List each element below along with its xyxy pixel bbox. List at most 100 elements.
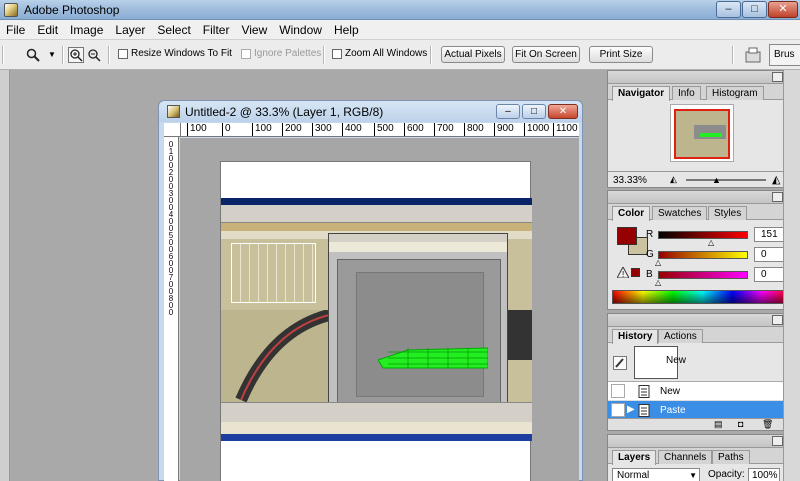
options-grip xyxy=(2,46,4,64)
tab-channels[interactable]: Channels xyxy=(658,450,713,464)
ruler-label: 500 xyxy=(374,123,394,136)
menu-layer[interactable]: Layer xyxy=(109,20,151,40)
resize-windows-label: Resize Windows To Fit xyxy=(131,48,232,59)
ruler-origin[interactable] xyxy=(164,123,181,137)
new-document-from-state-icon[interactable]: ▤ xyxy=(714,419,723,430)
panel-minimize-icon[interactable] xyxy=(772,192,783,202)
doc-close-button[interactable]: ✕ xyxy=(548,104,578,119)
doc-minimize-button[interactable]: – xyxy=(496,104,520,119)
menu-image[interactable]: Image xyxy=(64,20,109,40)
navigator-zoom-slider[interactable] xyxy=(686,179,766,181)
tab-layers[interactable]: Layers xyxy=(612,450,657,465)
vertical-ruler[interactable]: 0100200300400500600700800 xyxy=(164,137,179,481)
red-label: R xyxy=(646,229,654,240)
green-label: G xyxy=(646,249,654,260)
navigator-zoom-value[interactable]: 33.33% xyxy=(613,175,647,186)
menu-view[interactable]: View xyxy=(235,20,273,40)
print-size-button[interactable]: Print Size xyxy=(589,46,653,63)
panel-grip[interactable] xyxy=(608,191,799,204)
fit-on-screen-button[interactable]: Fit On Screen xyxy=(512,46,580,63)
panel-grip[interactable] xyxy=(608,435,799,448)
menu-select[interactable]: Select xyxy=(151,20,196,40)
pasted-dialog-canvas xyxy=(337,259,501,409)
tab-styles[interactable]: Styles xyxy=(708,206,748,220)
zoom-out-small-icon[interactable]: ◭ xyxy=(670,174,677,185)
red-slider-thumb[interactable]: △ xyxy=(708,238,714,247)
menu-window[interactable]: Window xyxy=(273,20,328,40)
history-source-box[interactable] xyxy=(611,403,625,417)
navigator-preview-model xyxy=(700,133,722,137)
color-tabs: Color Swatches Styles ▸≡ xyxy=(608,204,799,221)
resize-windows-checkbox[interactable] xyxy=(118,49,128,59)
panel-minimize-icon[interactable] xyxy=(772,436,783,446)
tool-preset-dropdown-icon[interactable]: ▼ xyxy=(48,50,56,59)
navigator-thumbnail[interactable] xyxy=(670,104,734,162)
red-slider[interactable] xyxy=(658,231,748,239)
minimize-button[interactable]: – xyxy=(716,1,741,18)
tab-paths[interactable]: Paths xyxy=(712,450,750,464)
actual-pixels-button[interactable]: Actual Pixels xyxy=(441,46,505,63)
tab-swatches[interactable]: Swatches xyxy=(652,206,708,220)
close-button[interactable]: ✕ xyxy=(768,1,798,18)
history-source-box[interactable] xyxy=(611,384,625,398)
tab-navigator[interactable]: Navigator xyxy=(612,86,671,101)
history-snapshot-row[interactable]: New xyxy=(608,344,784,382)
zoom-in-small-icon[interactable]: ◭ xyxy=(772,173,780,186)
ignore-palettes-checkbox[interactable] xyxy=(241,49,251,59)
history-state-new[interactable]: New xyxy=(608,382,784,401)
color-ramp-shade xyxy=(613,291,792,303)
green-slider[interactable] xyxy=(658,251,748,259)
navigator-footer: 33.33% ◭ ▲ ◭ xyxy=(608,171,799,187)
tab-actions[interactable]: Actions xyxy=(658,329,703,343)
navigator-view-box[interactable] xyxy=(674,109,730,159)
document-title-bar[interactable]: Untitled-2 @ 33.3% (Layer 1, RGB/8) – □ … xyxy=(159,101,582,122)
tab-color[interactable]: Color xyxy=(612,206,651,221)
panel-grip[interactable] xyxy=(608,71,799,84)
opacity-input[interactable]: 100% xyxy=(748,468,780,481)
horizontal-ruler[interactable]: 100 0 100 200 300 400 500 600 700 800 90… xyxy=(181,123,579,137)
out-of-gamut-warning-icon[interactable]: ! xyxy=(617,267,629,278)
doc-maximize-button[interactable]: □ xyxy=(522,104,546,119)
brushes-palette-tab[interactable]: Brus xyxy=(769,44,800,66)
canvas-area[interactable] xyxy=(180,138,579,481)
zoom-out-icon[interactable] xyxy=(86,47,102,63)
panel-minimize-icon[interactable] xyxy=(772,72,783,82)
menu-filter[interactable]: Filter xyxy=(197,20,236,40)
zoom-all-windows-checkbox[interactable] xyxy=(332,49,342,59)
zoom-all-windows-label: Zoom All Windows xyxy=(345,48,428,59)
history-brush-source-icon[interactable] xyxy=(613,356,627,370)
opacity-label: Opacity: xyxy=(708,469,745,480)
pasted-viewport-left xyxy=(221,309,331,403)
tab-histogram[interactable]: Histogram xyxy=(706,86,764,100)
pasted-taskbar xyxy=(221,434,532,441)
history-document-icon xyxy=(638,404,650,417)
panel-grip[interactable] xyxy=(608,314,799,327)
green-slider-thumb[interactable]: △ xyxy=(655,258,661,267)
tab-history[interactable]: History xyxy=(612,329,659,344)
palette-well-icon[interactable] xyxy=(744,46,762,64)
navigator-zoom-thumb[interactable]: ▲ xyxy=(712,175,721,185)
zoom-tool-icon[interactable] xyxy=(26,48,40,62)
history-snapshot-label: New xyxy=(666,355,687,366)
menu-help[interactable]: Help xyxy=(328,20,365,40)
tab-info[interactable]: Info xyxy=(672,86,701,100)
menu-edit[interactable]: Edit xyxy=(31,20,64,40)
zoom-in-icon[interactable] xyxy=(68,47,84,63)
pasted-titlebar xyxy=(221,198,532,205)
document-canvas[interactable] xyxy=(220,161,532,481)
delete-state-icon[interactable]: 🗑 xyxy=(762,419,773,430)
blend-mode-select[interactable]: Normal ▼ xyxy=(612,468,700,481)
app-title-bar: Adobe Photoshop – □ ✕ xyxy=(0,0,800,20)
menu-file[interactable]: File xyxy=(0,20,31,40)
maximize-button[interactable]: □ xyxy=(742,1,767,18)
blue-slider[interactable] xyxy=(658,271,748,279)
menu-bar: File Edit Image Layer Select Filter View Window… xyxy=(0,20,800,40)
history-state-marker-icon[interactable]: ▶ xyxy=(627,404,635,415)
blue-slider-thumb[interactable]: △ xyxy=(655,278,661,287)
pasted-dark-block xyxy=(508,310,532,360)
gamut-color-swatch[interactable] xyxy=(631,268,640,277)
color-ramp[interactable] xyxy=(612,290,793,304)
new-snapshot-icon[interactable]: ◘ xyxy=(738,419,743,429)
panel-minimize-icon[interactable] xyxy=(772,315,783,325)
foreground-color-swatch[interactable] xyxy=(617,227,637,245)
